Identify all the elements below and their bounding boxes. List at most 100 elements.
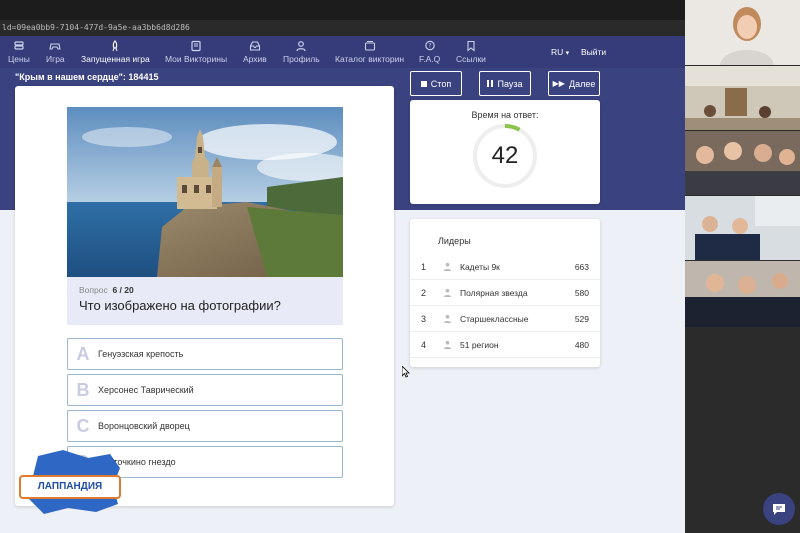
video-tile-participant-1[interactable] xyxy=(685,66,800,130)
nav-item-game[interactable]: Игра xyxy=(46,40,65,66)
nav-label: Профиль xyxy=(283,54,320,64)
answer-text: Воронцовский дворец xyxy=(98,421,190,431)
answer-option-b[interactable]: B Херсонес Таврический xyxy=(67,374,343,406)
nav-item-running-game[interactable]: Запущенная игра xyxy=(81,40,150,66)
svg-text:?: ? xyxy=(428,43,431,50)
nav-item-catalog[interactable]: Каталог викторин xyxy=(335,40,404,66)
nav-label: Архив xyxy=(243,54,267,64)
leaderboard-row: 4 51 регион 480 xyxy=(410,332,600,358)
leader-score: 529 xyxy=(574,313,589,324)
leader-rank: 1 xyxy=(421,261,427,272)
answer-letter: B xyxy=(76,379,90,400)
stop-label: Стоп xyxy=(430,78,452,89)
next-label: Далее xyxy=(568,78,596,89)
stop-icon xyxy=(420,80,427,87)
leader-name: Полярная звезда xyxy=(460,287,528,298)
user-icon xyxy=(443,340,452,349)
video-participants-panel xyxy=(685,0,800,533)
question-box: Вопрос 6 / 20 Что изображено на фотограф… xyxy=(67,277,343,325)
video-tile-participant-2[interactable] xyxy=(685,131,800,195)
leaderboard-row: 3 Старшеклассные 529 xyxy=(410,306,600,332)
lappandia-logo: ЛАППАНДИЯ xyxy=(18,446,128,516)
leader-name: Кадеты 9к xyxy=(460,261,500,272)
question-photo xyxy=(67,107,343,277)
leader-rank: 3 xyxy=(421,313,427,324)
question-number: 6 / 20 xyxy=(112,285,134,295)
timer-value: 42 xyxy=(491,142,519,169)
quiz-book-icon xyxy=(191,40,201,52)
leader-name: Старшеклассные xyxy=(460,313,529,324)
nav-item-faq[interactable]: ? F.A.Q xyxy=(419,40,440,66)
nav-item-archive[interactable]: Архив xyxy=(243,40,267,66)
nav-label: F.A.Q xyxy=(419,54,441,64)
leaderboard-row: 1 Кадеты 9к 663 xyxy=(410,254,600,280)
gamepad-icon xyxy=(49,43,61,50)
answer-option-a[interactable]: A Генуэзская крепость xyxy=(67,338,343,370)
catalog-icon xyxy=(364,41,375,51)
browser-top-bar xyxy=(0,0,685,20)
user-icon xyxy=(443,288,452,297)
nav-label: Мои Викторины xyxy=(165,54,228,64)
nav-label: Запущенная игра xyxy=(81,54,150,64)
answer-timer: Время на ответ: 42 xyxy=(410,100,600,204)
question-meta: Вопрос 6 / 20 xyxy=(79,285,331,295)
video-tile-participant-4[interactable] xyxy=(685,261,800,327)
answer-text: Генуэзская крепость xyxy=(98,349,184,359)
timer-label: Время на ответ: xyxy=(471,110,539,120)
user-icon xyxy=(443,262,452,271)
leaderboard: Лидеры 1 Кадеты 9к 663 2 Полярная звезда… xyxy=(410,219,600,367)
nav-label: Игра xyxy=(46,54,65,64)
presenter-video-illustration xyxy=(685,0,800,65)
user-icon xyxy=(443,314,452,323)
students-video-illustration xyxy=(685,131,800,195)
answer-option-c[interactable]: C Воронцовский дворец xyxy=(67,410,343,442)
leader-score: 480 xyxy=(574,339,589,350)
nav-item-prices[interactable]: Цены xyxy=(8,40,30,66)
language-select[interactable]: RU ▾ xyxy=(551,47,569,57)
chat-bubble-icon xyxy=(773,504,785,515)
pause-label: Пауза xyxy=(497,78,523,89)
logout-link[interactable]: Выйти xyxy=(581,47,606,57)
leader-score: 663 xyxy=(574,261,589,272)
language-value: RU xyxy=(551,47,564,57)
nav-label: Ссылки xyxy=(456,54,486,64)
classroom-video-illustration xyxy=(685,66,800,130)
chat-button[interactable] xyxy=(763,493,795,525)
rocket-icon xyxy=(112,40,118,52)
quiz-title: "Крым в нашем сердце": 184415 xyxy=(15,72,159,82)
next-button[interactable]: ▶▶ Далее xyxy=(548,71,600,96)
stop-button[interactable]: Стоп xyxy=(410,71,462,96)
cadets-video-illustration xyxy=(685,196,800,260)
layers-icon xyxy=(14,41,24,50)
leader-rank: 4 xyxy=(421,339,427,350)
question-text: Что изображено на фотографии? xyxy=(79,298,281,313)
question-bubble-icon: ? xyxy=(424,40,435,51)
leader-name: 51 регион xyxy=(460,339,499,350)
answer-text: Херсонес Таврический xyxy=(98,385,194,395)
nav-label: Каталог викторин xyxy=(335,54,405,64)
question-label: Вопрос xyxy=(79,285,108,295)
answer-letter: C xyxy=(76,415,90,436)
leader-score: 580 xyxy=(574,287,589,298)
mouse-cursor-icon xyxy=(402,366,410,378)
castle-photo-illustration xyxy=(67,107,343,277)
chevron-down-icon: ▾ xyxy=(565,50,570,57)
cadets-uniform-video-illustration xyxy=(685,261,800,327)
leaderboard-title: Лидеры xyxy=(438,236,471,246)
pause-button[interactable]: Пауза xyxy=(479,71,531,96)
archive-icon xyxy=(249,41,260,51)
video-tile-participant-3[interactable] xyxy=(685,196,800,260)
leaderboard-row: 2 Полярная звезда 580 xyxy=(410,280,600,306)
leader-rank: 2 xyxy=(421,287,427,298)
video-tile-presenter[interactable] xyxy=(685,0,800,65)
answer-letter: A xyxy=(76,343,90,364)
nav-item-my-quizzes[interactable]: Мои Викторины xyxy=(165,40,227,66)
nav-label: Цены xyxy=(8,54,30,64)
address-bar[interactable]: ld=09ea0bb9-7104-477d-9a5e-aa3bb6d8d286 xyxy=(0,20,685,36)
nav-item-links[interactable]: Ссылки xyxy=(456,40,486,66)
logo-text: ЛАППАНДИЯ xyxy=(37,481,103,492)
pause-icon xyxy=(487,80,494,87)
bookmark-icon xyxy=(467,40,475,52)
question-card: Вопрос 6 / 20 Что изображено на фотограф… xyxy=(15,86,394,506)
nav-item-profile[interactable]: Профиль xyxy=(283,40,320,66)
